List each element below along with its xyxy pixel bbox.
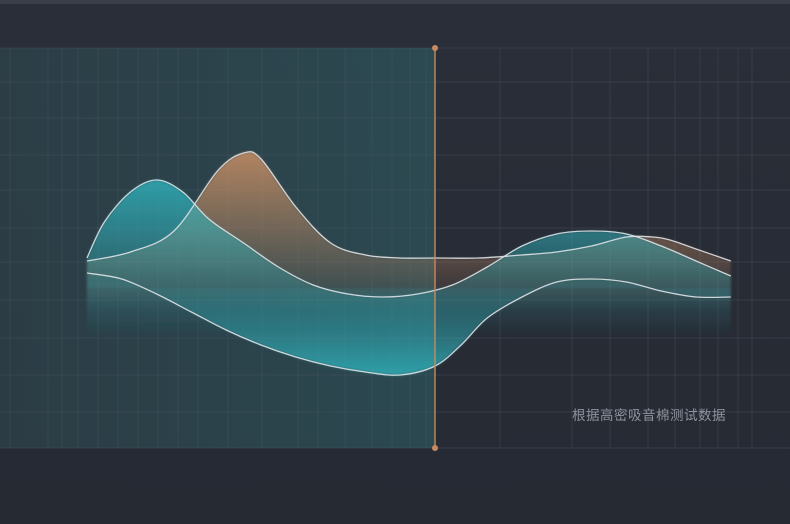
chart-caption: 根据高密吸音棉测试数据 xyxy=(572,408,726,424)
cursor-handle-top xyxy=(432,45,438,51)
cursor-handle-bottom xyxy=(432,445,438,451)
chart-canvas: 根据高密吸音棉测试数据 xyxy=(0,0,790,524)
area-chart xyxy=(0,45,790,451)
